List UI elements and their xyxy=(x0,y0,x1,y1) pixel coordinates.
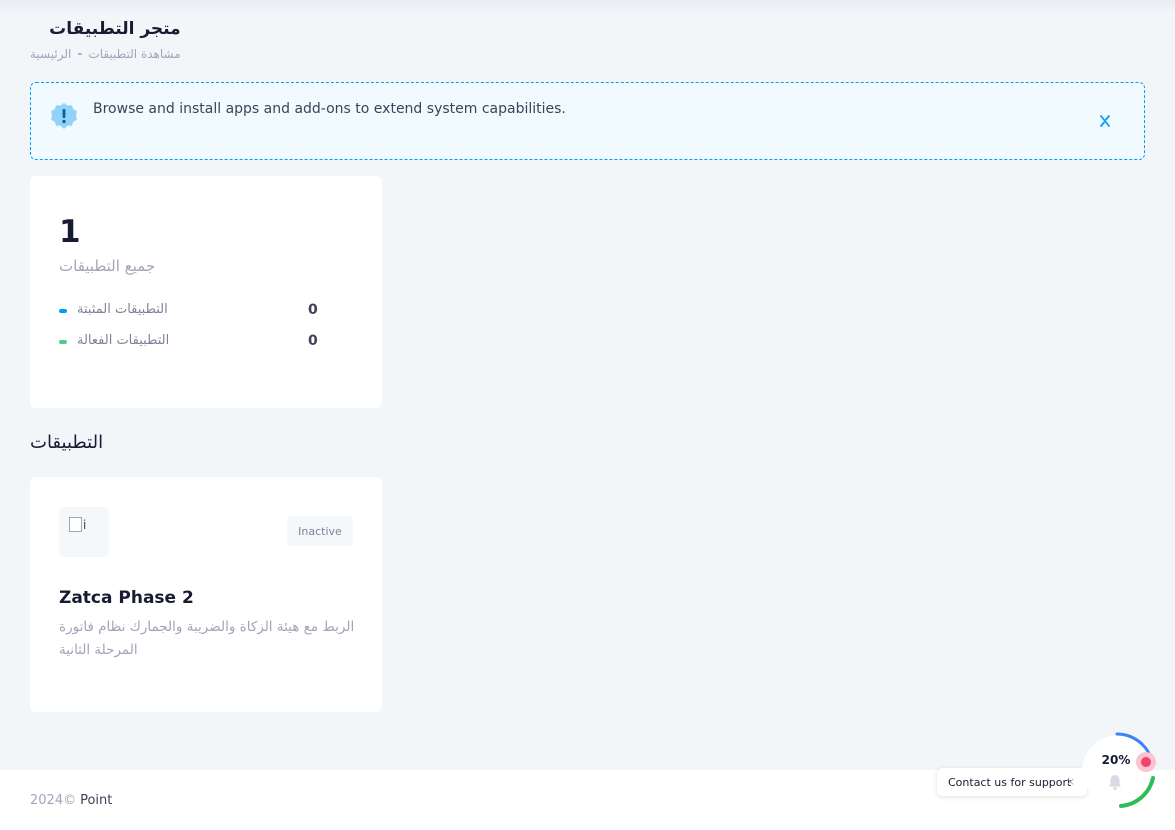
close-icon[interactable] xyxy=(1097,113,1113,129)
support-chat-prompt[interactable]: Contact us for support × xyxy=(937,768,1087,796)
info-notice: Browse and install apps and add-ons to e… xyxy=(30,82,1145,160)
stat-row-active: التطبيقات الفعالة 0 xyxy=(59,333,319,351)
notification-dot-icon xyxy=(1136,752,1156,772)
notice-text: Browse and install apps and add-ons to e… xyxy=(93,101,566,117)
bell-icon xyxy=(1109,775,1121,791)
app-card-zatca[interactable]: i Inactive Zatca Phase 2 الربط مع هيئة ا… xyxy=(30,477,382,712)
footer-copyright: 2024© Point xyxy=(30,793,112,808)
apps-section-title: التطبيقات xyxy=(30,432,104,453)
total-apps-count: 1 xyxy=(59,214,81,250)
app-logo: i xyxy=(59,507,109,557)
stat-row-installed: التطبيقات المثبتة 0 xyxy=(59,302,319,320)
stat-row-label: التطبيقات المثبتة xyxy=(77,302,168,317)
exclamation-icon xyxy=(51,103,77,129)
support-close-button[interactable]: × xyxy=(1066,775,1075,788)
broken-image-icon: i xyxy=(69,517,89,537)
bullet-blue xyxy=(59,309,67,313)
stat-row-label: التطبيقات الفعالة xyxy=(77,333,170,348)
breadcrumb-separator: - xyxy=(77,46,83,62)
status-badge: Inactive xyxy=(287,516,353,546)
apps-stats-card: 1 جميع التطبيقات التطبيقات المثبتة 0 الت… xyxy=(30,176,382,408)
top-shadow xyxy=(0,0,1175,14)
bullet-green xyxy=(59,340,67,344)
copyright-year: 2024© xyxy=(30,793,77,808)
breadcrumb-home[interactable]: الرئيسية xyxy=(30,47,71,61)
stat-row-value: 0 xyxy=(308,302,318,318)
footer-brand-link[interactable]: Point xyxy=(80,793,112,808)
total-apps-label: جميع التطبيقات xyxy=(59,257,156,275)
stat-row-value: 0 xyxy=(308,333,318,349)
support-label[interactable]: Contact us for support xyxy=(948,776,1071,789)
breadcrumb: الرئيسية - مشاهدة التطبيقات xyxy=(30,47,181,61)
breadcrumb-current: مشاهدة التطبيقات xyxy=(88,47,181,61)
progress-widget[interactable]: 20% xyxy=(1079,732,1157,810)
page-header: متجر التطبيقات الرئيسية - مشاهدة التطبيق… xyxy=(30,19,181,61)
app-description: الربط مع هيئة الزكاة والضريبة والجمارك ن… xyxy=(59,619,355,658)
page-title: متجر التطبيقات xyxy=(49,19,181,39)
app-name[interactable]: Zatca Phase 2 xyxy=(59,588,194,608)
